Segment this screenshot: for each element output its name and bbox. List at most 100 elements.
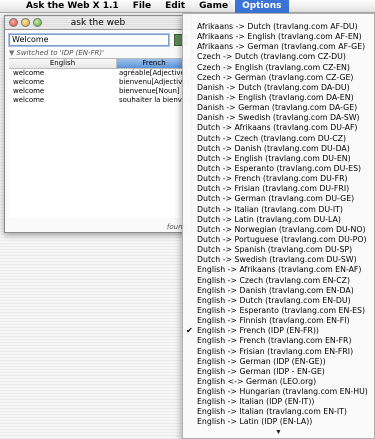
menu-item-label: Dutch -> Frisian (travlang.com DU-FRI) — [197, 184, 350, 194]
footer-status: found — [166, 223, 187, 231]
menu-item-dictionary[interactable]: Czech -> Dutch (travlang.com CZ-DU) — [183, 52, 374, 62]
menu-item-dictionary[interactable]: English -> Dutch (travlang.com EN-DU) — [183, 296, 374, 306]
main-window: ask the web Welcome ▼ Switched to 'IDP (E… — [4, 15, 192, 233]
menu-item-dictionary[interactable]: English -> Latin (IDP (EN-LA)) — [183, 417, 374, 427]
menu-item-label: English -> Danish (travlang.com EN-DA) — [197, 285, 354, 295]
menu-item-dictionary[interactable]: Dutch -> Afrikaans (travlang.com DU-AF) — [183, 123, 374, 133]
menu-item-dictionary[interactable]: ✔ English -> French (IDP (EN-FR)) — [183, 326, 374, 336]
menu-item-dictionary[interactable]: Dutch -> French (travlang.com DU-FR) — [183, 174, 374, 184]
menu-item-label: Danish -> Dutch (travlang.com DA-DU) — [197, 82, 350, 92]
status-text: Switched to 'IDP (EN-FR)' — [16, 49, 105, 57]
table-header: English French — [9, 59, 191, 69]
menu-item-dictionary[interactable]: English -> German (IDP - EN-GE) — [183, 367, 374, 377]
menu-item-dictionary[interactable]: English -> Finnish (travlang.com EN-FI) — [183, 316, 374, 326]
menu-item-dictionary[interactable]: Dutch -> Portuguese (travlang.com DU-PO) — [183, 235, 374, 245]
menu-item-dictionary[interactable]: Dutch -> Latin (travlang.com DU-LA) — [183, 215, 374, 225]
menu-item-dictionary[interactable]: Dutch -> Italian (travlang.com DU-IT) — [183, 205, 374, 215]
menu-item-dictionary[interactable]: English -> Italian (IDP (EN-IT)) — [183, 397, 374, 407]
menu-item-dictionary[interactable]: English -> Italian (travlang.com EN-IT) — [183, 407, 374, 417]
menu-item-dictionary[interactable]: Dutch -> Norwegian (travlang.com DU-NO) — [183, 225, 374, 235]
menu-item-dictionary[interactable]: Czech -> English (travlang.com CZ-EN) — [183, 63, 374, 73]
menu-item-dictionary[interactable]: Dutch -> Spanish (travlang.com DU-SP) — [183, 245, 374, 255]
menu-item-label: Dutch -> Spanish (travlang.com DU-SP) — [197, 245, 353, 255]
menu-item-label: Afrikaans -> German (travlang.com AF-GE) — [197, 42, 366, 52]
menu-item-label: Dutch -> French (travlang.com DU-FR) — [197, 174, 348, 184]
status-line: ▼ Switched to 'IDP (EN-FR)' — [9, 49, 104, 57]
menu-item-dictionary[interactable]: Danish -> Swedish (travlang.com DA-SW) — [183, 113, 374, 123]
menu-item-dictionary[interactable]: English <-> German (LEO.org) — [183, 377, 374, 387]
menu-item-dictionary[interactable]: Danish -> Dutch (travlang.com DA-DU) — [183, 83, 374, 93]
menu-item-label: English -> German (IDP (EN-GE)) — [197, 356, 326, 366]
checkmark-icon: ✔ — [186, 326, 193, 336]
table-row[interactable]: welcome bienvenue[Noun] — [9, 87, 191, 96]
menu-item-dictionary[interactable]: English -> Esperanto (travlang.com EN-ES… — [183, 306, 374, 316]
options-menu: Afrikaans -> Dutch (travlang.com AF-DU) A… — [182, 13, 375, 439]
menu-item-label: Czech -> German (travlang.com CZ-GE) — [197, 72, 354, 82]
scroll-down-arrow-icon[interactable]: ▼ — [183, 429, 374, 436]
search-input[interactable]: Welcome — [9, 34, 169, 46]
menu-item-dictionary[interactable]: English -> Frisian (travlang.com EN-FRI) — [183, 347, 374, 357]
menu-bar: Ask the Web X 1.1 File Edit Game Options — [0, 0, 375, 13]
menu-item-dictionary[interactable]: Afrikaans -> German (travlang.com AF-GE) — [183, 42, 374, 52]
table-row[interactable]: welcome souhaiter la bienvenue — [9, 96, 191, 105]
french-cell: bienvenue[Noun] — [119, 87, 180, 95]
menu-item-dictionary[interactable]: English -> German (IDP (EN-GE)) — [183, 357, 374, 367]
table-row[interactable]: welcome bienvenu[Adjective] — [9, 78, 191, 87]
menu-item-label: English -> French (travlang.com EN-FR) — [197, 336, 352, 346]
menu-item-label: Dutch -> Swedish (travlang.com DU-SW) — [197, 255, 357, 265]
disclosure-triangle-icon[interactable]: ▼ — [9, 49, 14, 57]
menu-item-label: Czech -> English (travlang.com CZ-EN) — [197, 62, 350, 72]
menu-item-dictionary[interactable]: English -> Afrikaans (travlang.com EN-AF… — [183, 265, 374, 275]
french-cell: agréable[Adjective] — [119, 69, 188, 77]
menu-item-label: Dutch -> Esperanto (travlang.com DU-ES) — [197, 163, 362, 173]
close-window-button[interactable] — [9, 18, 18, 27]
menu-item-dictionary[interactable]: English -> Hungarian (travlang.com EN-HU… — [183, 387, 374, 397]
menu-item-label: Dutch -> Czech (travlang.com DU-CZ) — [197, 133, 347, 143]
menu-item-label: Dutch -> Norwegian (travlang.com DU-NO) — [197, 224, 366, 234]
menu-item-label: Dutch -> Afrikaans (travlang.com DU-AF) — [197, 123, 358, 133]
menu-item-label: Dutch -> Portuguese (travlang.com DU-PO) — [197, 234, 367, 244]
english-cell: welcome — [13, 78, 45, 86]
column-header-french[interactable]: French — [117, 59, 191, 68]
menu-item-label: English -> Italian (travlang.com EN-IT) — [197, 407, 347, 417]
menu-item-label: English -> Finnish (travlang.com EN-FI) — [197, 316, 350, 326]
menu-item-dictionary[interactable]: Dutch -> Czech (travlang.com DU-CZ) — [183, 134, 374, 144]
table-row[interactable]: welcome agréable[Adjective] — [9, 69, 191, 78]
menu-edit[interactable]: Edit — [158, 0, 192, 13]
english-cell: welcome — [13, 69, 45, 77]
menu-item-dictionary[interactable]: English -> French (travlang.com EN-FR) — [183, 336, 374, 346]
zoom-window-button[interactable] — [33, 18, 42, 27]
menu-item-dictionary[interactable]: Danish -> German (travlang.com DA-GE) — [183, 103, 374, 113]
menu-item-dictionary[interactable]: Czech -> German (travlang.com CZ-GE) — [183, 73, 374, 83]
menu-item-dictionary[interactable]: Dutch -> Swedish (travlang.com DU-SW) — [183, 255, 374, 265]
menu-item-dictionary[interactable]: English -> Czech (travlang.com EN-CZ) — [183, 276, 374, 286]
menu-item-label: English -> Frisian (travlang.com EN-FRI) — [197, 346, 354, 356]
menu-item-dictionary[interactable]: Afrikaans -> English (travlang.com AF-EN… — [183, 32, 374, 42]
menu-game[interactable]: Game — [192, 0, 235, 13]
menu-item-dictionary[interactable]: Afrikaans -> Dutch (travlang.com AF-DU) — [183, 22, 374, 32]
menu-item-dictionary[interactable]: Dutch -> German (travlang.com DU-GE) — [183, 194, 374, 204]
menu-item-label: English -> Hungarian (travlang.com EN-HU… — [197, 387, 368, 397]
menu-item-label: English -> Esperanto (travlang.com EN-ES… — [197, 305, 366, 315]
menu-app-name[interactable]: Ask the Web X 1.1 — [20, 0, 126, 13]
menu-item-dictionary[interactable]: English -> Danish (travlang.com EN-DA) — [183, 286, 374, 296]
menu-item-dictionary[interactable]: Dutch -> Frisian (travlang.com DU-FRI) — [183, 184, 374, 194]
menu-item-label: Dutch -> German (travlang.com DU-GE) — [197, 194, 355, 204]
menu-item-label: Czech -> Dutch (travlang.com CZ-DU) — [197, 52, 346, 62]
menu-item-dictionary[interactable]: Dutch -> Danish (travlang.com DU-DA) — [183, 144, 374, 154]
window-titlebar[interactable]: ask the web — [5, 16, 191, 30]
column-header-english[interactable]: English — [9, 59, 117, 68]
menu-item-label: Dutch -> Latin (travlang.com DU-LA) — [197, 214, 341, 224]
menu-item-label: English -> Afrikaans (travlang.com EN-AF… — [197, 265, 362, 275]
menu-item-label: Dutch -> Danish (travlang.com DU-DA) — [197, 143, 350, 153]
menu-file[interactable]: File — [126, 0, 158, 13]
menu-item-label: Dutch -> Italian (travlang.com DU-IT) — [197, 204, 343, 214]
menu-item-dictionary[interactable]: Dutch -> Esperanto (travlang.com DU-ES) — [183, 164, 374, 174]
menu-item-label: Afrikaans -> English (travlang.com AF-EN… — [197, 32, 362, 42]
menu-item-label: English -> Italian (IDP (EN-IT)) — [197, 397, 315, 407]
english-cell: welcome — [13, 96, 45, 104]
minimize-window-button[interactable] — [21, 18, 30, 27]
menu-item-dictionary[interactable]: Dutch -> English (travlang.com DU-EN) — [183, 154, 374, 164]
menu-options[interactable]: Options — [235, 0, 289, 13]
menu-item-dictionary[interactable]: Danish -> English (travlang.com DA-EN) — [183, 93, 374, 103]
